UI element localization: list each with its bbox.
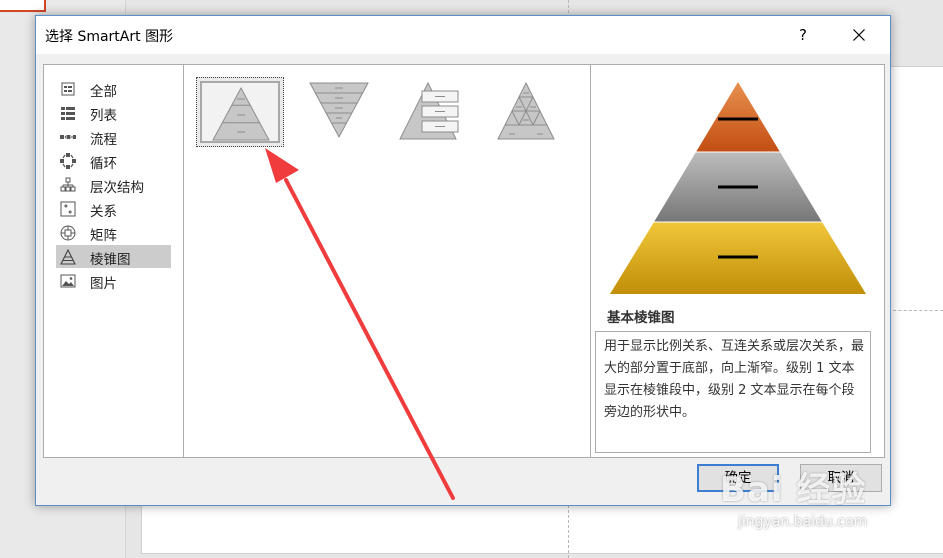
baidu-watermark-url: jingyan.baidu.com — [738, 514, 868, 530]
baidu-watermark-logo: Bai 经验 — [720, 470, 867, 510]
